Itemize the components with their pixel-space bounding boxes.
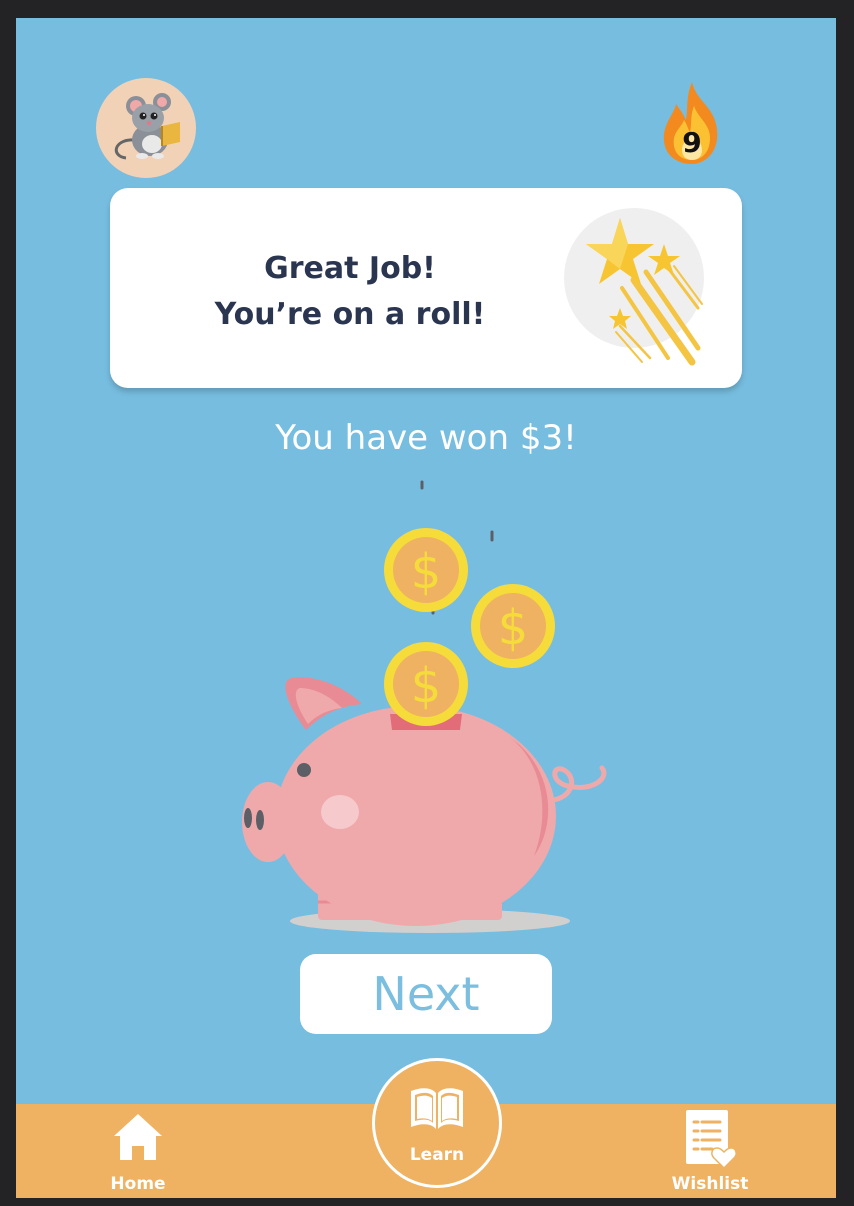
nav-learn[interactable]: Learn	[372, 1058, 502, 1188]
next-button[interactable]: Next	[300, 954, 552, 1034]
home-icon	[114, 1114, 162, 1160]
nav-wishlist[interactable]: Wishlist	[660, 1104, 760, 1198]
coin-bottom: $	[384, 642, 468, 726]
card-title: Great Job!	[264, 251, 436, 286]
book-icon	[411, 1088, 463, 1129]
pig-tail	[549, 765, 607, 803]
shooting-stars-icon	[564, 208, 704, 366]
pig-eye	[297, 763, 311, 777]
coin-right: $	[471, 584, 555, 668]
wishlist-icon	[686, 1110, 737, 1170]
nav-home[interactable]: Home	[88, 1104, 188, 1198]
pig-body	[276, 706, 556, 926]
avatar[interactable]	[96, 78, 196, 178]
streak-count: 9	[682, 126, 702, 159]
svg-text:$: $	[411, 544, 442, 600]
streak-indicator[interactable]: 9	[656, 80, 736, 170]
pig-cheek	[321, 795, 359, 829]
nav-wishlist-label: Wishlist	[671, 1174, 749, 1194]
card-message: Great Job! You’re on a roll!	[170, 246, 530, 338]
piggy-bank-illustration: $ $ $	[242, 480, 607, 933]
nav-learn-label: Learn	[409, 1145, 465, 1165]
card-subtitle: You’re on a roll!	[214, 297, 486, 332]
app-screen: 9 Great Job! You’re on a roll! You have …	[16, 18, 836, 1198]
svg-text:$: $	[498, 600, 529, 656]
mouse-reading-icon	[114, 93, 180, 160]
reward-message: You have won $3!	[275, 418, 577, 458]
nav-home-label: Home	[110, 1174, 166, 1194]
svg-text:$: $	[411, 658, 442, 714]
encouragement-card: Great Job! You’re on a roll!	[110, 188, 742, 388]
coin-top: $	[384, 528, 468, 612]
